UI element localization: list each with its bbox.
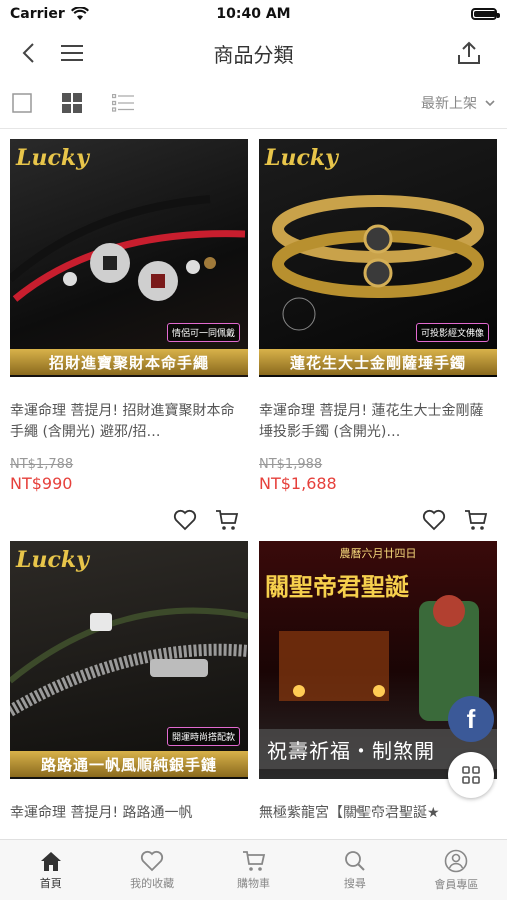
heart-icon[interactable]: [173, 509, 197, 531]
tab-member[interactable]: 會員專區: [406, 840, 507, 900]
product-name: 幸運命理 菩提月! 招財進寶聚財本命手繩 (含開光) 避邪/招…: [10, 403, 235, 440]
product-tag: 開運時尚搭配款: [166, 727, 240, 746]
page-title: 商品分類: [213, 42, 294, 67]
sale-price: NT$990: [10, 474, 73, 493]
view-mode-group: [12, 93, 134, 113]
product-actions: [10, 509, 247, 531]
carousel-dots: [356, 808, 391, 813]
sort-label: 最新上架: [421, 96, 477, 112]
tab-label: 會員專區: [434, 877, 479, 891]
cart-icon[interactable]: [215, 509, 239, 531]
cart-icon: [242, 850, 265, 871]
header: 商品分類: [0, 28, 507, 78]
tab-home[interactable]: 首頁: [0, 840, 101, 900]
status-left: Carrier: [10, 6, 89, 22]
battery-icon: [471, 8, 500, 20]
product-image[interactable]: Lucky 情侶可一同佩戴 招財進寶聚財本命手繩: [10, 139, 248, 377]
tab-label: 搜尋: [343, 876, 366, 890]
tab-label: 首頁: [39, 876, 62, 890]
status-bar: Carrier 10:40 AM: [0, 0, 507, 28]
product-grid: Lucky 情侶可一同佩戴 招財進寶聚財本命手繩 幸運命理 菩提月! 招財進寶聚…: [0, 129, 507, 824]
tab-search[interactable]: 搜尋: [304, 840, 405, 900]
product-card[interactable]: Lucky 可投影經文佛像 蓮花生大士金剛薩埵手鐲 幸運命理 菩提月! 蓮花生大…: [253, 129, 502, 531]
heart-icon[interactable]: [422, 509, 446, 531]
sale-price: NT$1,688: [259, 474, 337, 493]
product-card[interactable]: Lucky 開運時尚搭配款 路路通一帆風順純銀手鏈 幸運命理 菩提月! 路路通一…: [4, 531, 253, 824]
facebook-icon: f: [466, 703, 476, 734]
facebook-button[interactable]: f: [448, 696, 494, 742]
original-price: NT$1,788: [10, 457, 74, 472]
product-banner: 路路通一帆風順純銀手鏈: [10, 751, 248, 777]
grid-menu-icon: [462, 766, 480, 784]
heart-icon: [141, 850, 164, 871]
cart-icon[interactable]: [464, 509, 488, 531]
product-image[interactable]: 農曆六月廿四日 關聖帝君聖誕 祝壽祈福・制煞開: [259, 541, 497, 779]
product-image[interactable]: Lucky 可投影經文佛像 蓮花生大士金剛薩埵手鐲: [259, 139, 497, 377]
product-actions: [259, 509, 496, 531]
tab-label: 我的收藏: [130, 876, 175, 890]
bottom-tab-bar: 首頁 我的收藏 購物車 搜尋 會員專區: [0, 839, 507, 900]
product-name: 無極紫龍宮【關聖帝君聖誕★: [259, 805, 440, 821]
sort-dropdown[interactable]: 最新上架: [421, 93, 495, 113]
category-menu-button[interactable]: [448, 752, 494, 798]
grid-view-icon[interactable]: [62, 93, 82, 113]
original-price: NT$1,988: [259, 457, 323, 472]
product-image[interactable]: Lucky 開運時尚搭配款 路路通一帆風順純銀手鏈: [10, 541, 248, 779]
carrier-label: Carrier: [10, 6, 65, 22]
product-tag: 可投影經文佛像: [415, 323, 489, 342]
product-banner: 蓮花生大士金剛薩埵手鐲: [259, 349, 497, 375]
tab-favorites[interactable]: 我的收藏: [101, 840, 202, 900]
chevron-down-icon: [485, 99, 495, 106]
tab-cart[interactable]: 購物車: [203, 840, 304, 900]
view-toolbar: 最新上架: [0, 78, 507, 129]
single-view-icon[interactable]: [12, 93, 32, 113]
product-card[interactable]: Lucky 情侶可一同佩戴 招財進寶聚財本命手繩 幸運命理 菩提月! 招財進寶聚…: [4, 129, 253, 531]
list-view-icon[interactable]: [112, 94, 134, 112]
product-name: 幸運命理 菩提月! 蓮花生大士金剛薩埵投影手鐲 (含開光)…: [259, 403, 484, 440]
product-tag: 情侶可一同佩戴: [166, 323, 240, 342]
home-icon: [40, 851, 61, 871]
search-icon: [345, 850, 365, 871]
user-icon: [445, 849, 468, 872]
wifi-icon: [70, 7, 89, 20]
product-banner: 招財進寶聚財本命手繩: [10, 349, 248, 375]
product-name: 幸運命理 菩提月! 路路通一帆: [10, 805, 193, 821]
tab-label: 購物車: [237, 876, 271, 890]
